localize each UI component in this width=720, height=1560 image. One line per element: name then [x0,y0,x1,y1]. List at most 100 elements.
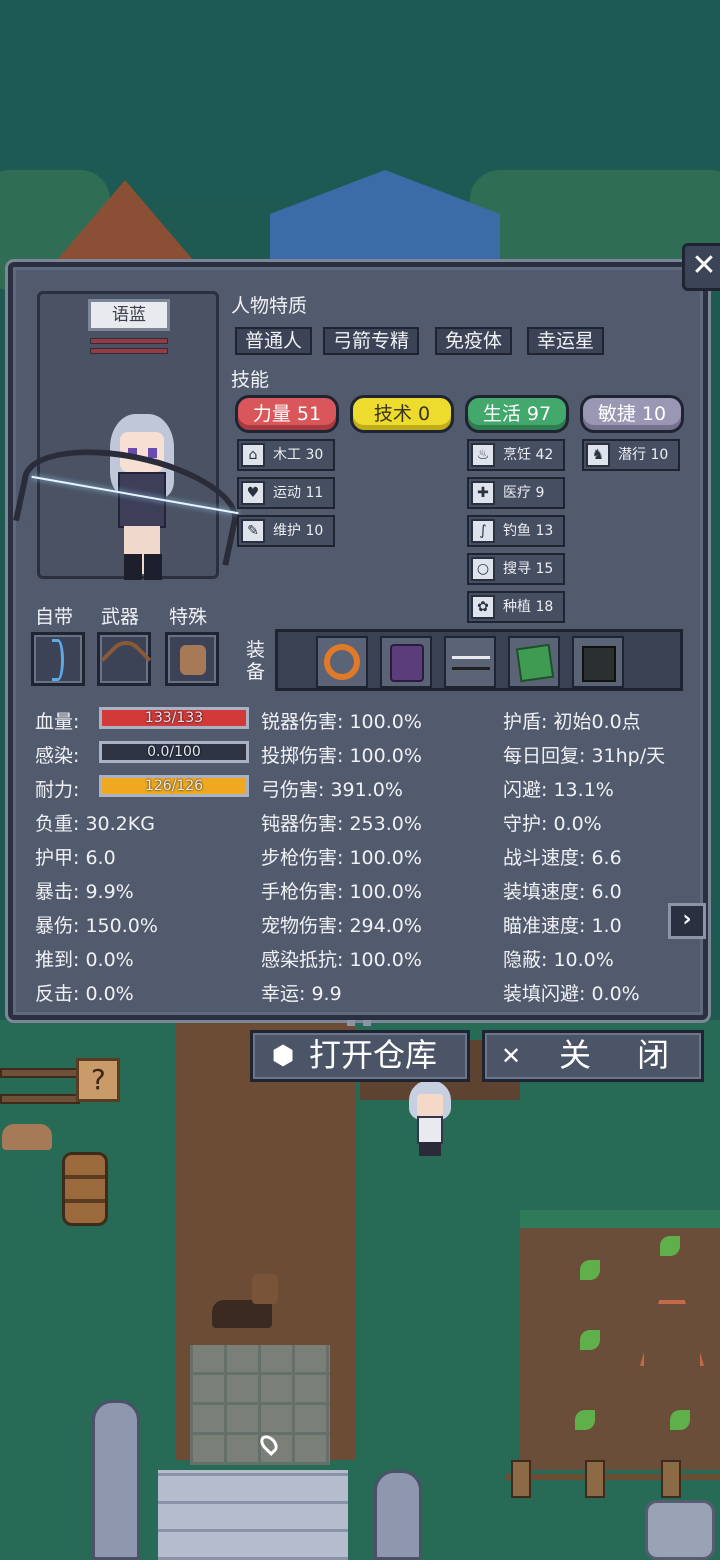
character-name: 语蓝 [88,299,170,331]
close-button[interactable]: ✕ 关 闭 [482,1030,704,1082]
stat-line: 闪避: 13.1% [503,779,614,801]
stat-line: 暴击: 9.9% [35,881,134,903]
carry-slot[interactable] [31,632,85,686]
heart-icon: ♥ [241,481,265,505]
stat-line: 幸运: 9.9 [261,983,342,1005]
stat-line: 推到: 0.0% [35,949,134,971]
skill-stealth[interactable]: ♞ 潜行 10 [582,439,680,471]
hp-value: 133/133 [144,710,204,726]
close-icon: ✕ [501,1042,540,1070]
skill-fishing[interactable]: ∫ 钓鱼 13 [467,515,565,547]
stat-line: 步枪伤害: 100.0% [261,847,422,869]
stat-line: 隐蔽: 10.0% [503,949,614,971]
stat-line: 钝器伤害: 253.0% [261,813,422,835]
equip-slot[interactable] [380,636,432,688]
character-portrait: 语蓝 [13,291,247,580]
skill-maintenance[interactable]: ✎ 维护 10 [237,515,335,547]
stat-line: 锐器伤害: 100.0% [261,711,422,733]
stat-line: 负重: 30.2KG [35,813,155,835]
infection-bar: 0.0/100 [99,741,249,763]
stamina-label: 耐力: [35,779,80,801]
fishing-icon: ∫ [471,519,495,543]
bow-icon [100,633,152,685]
stat-line: 瞄准速度: 1.0 [503,915,622,937]
glasses-icon [452,656,490,670]
special-slot[interactable] [165,632,219,686]
trait-tag[interactable]: 弓箭专精 [323,327,420,355]
stat-line: 战斗速度: 6.6 [503,847,622,869]
hp-label: 血量: [35,711,80,733]
stat-line: 每日回复: 31hp/天 [503,745,666,767]
stat-line: 宠物伤害: 294.0% [261,915,422,937]
ring-icon [324,644,360,680]
next-page-arrow-icon[interactable]: › [668,903,706,939]
quiver-icon [52,639,64,681]
equip-slot[interactable] [508,636,560,688]
crate-icon: ⬢ [271,1041,295,1071]
stat-line: 投掷伤害: 100.0% [261,745,422,767]
skill-search[interactable]: ○ 搜寻 15 [467,553,565,585]
skill-athletics[interactable]: ♥ 运动 11 [237,477,335,509]
technique-category[interactable]: 技术 0 [350,395,454,433]
dog-sprite[interactable] [212,1270,286,1330]
skill-carpentry[interactable]: ⌂ 木工 30 [237,439,335,471]
stat-line: 护盾: 初始0.0点 [503,711,641,733]
special-slot-label: 特殊 [169,606,208,628]
stat-line: 护甲: 6.0 [35,847,116,869]
cooking-pot-icon: ♨ [471,443,495,467]
equip-slot[interactable] [572,636,624,688]
player-sprite[interactable] [405,1080,455,1156]
close-icon[interactable]: ✕ [682,243,720,291]
trait-tag[interactable]: 普通人 [235,327,313,355]
stat-line: 暴伤: 150.0% [35,915,158,937]
equipment-bar [275,629,683,691]
stamina-value: 126/126 [144,778,204,794]
skill-planting[interactable]: ✿ 种植 18 [467,591,565,623]
living-category[interactable]: 生活 97 [465,395,569,433]
armor-vest-icon [390,644,424,682]
equip-slot[interactable] [316,636,368,688]
open-storage-button[interactable]: ⬢ 打开仓库 [250,1030,470,1082]
traits-title: 人物特质 [231,295,308,317]
sneak-icon: ♞ [586,443,610,467]
magnifier-icon: ○ [471,557,495,581]
question-sign[interactable]: ? [76,1058,120,1102]
name-underline [90,338,168,344]
character-sprite [10,414,250,584]
book-icon [515,643,555,683]
infection-label: 感染: [35,745,80,767]
stone-pillar [374,1470,422,1560]
stat-line: 手枪伤害: 100.0% [261,881,422,903]
stat-line: 装填速度: 6.0 [503,881,622,903]
stat-line: 反击: 0.0% [35,983,134,1005]
carry-slot-label: 自带 [35,606,74,628]
rock [645,1500,715,1560]
name-underline [90,348,168,354]
hp-bar: 133/133 [99,707,249,729]
trait-tag[interactable]: 免疫体 [435,327,513,355]
stat-line: 感染抵抗: 100.0% [261,949,422,971]
shirt-icon [582,646,616,682]
cat-sprite[interactable] [2,1124,52,1150]
equip-label: 装备 [246,639,266,683]
trait-tag[interactable]: 幸运星 [527,327,605,355]
pet-cat-icon [180,645,206,675]
strength-category[interactable]: 力量 51 [235,395,339,433]
stone-path [190,1345,330,1465]
wrench-icon: ✎ [241,519,265,543]
stat-line: 弓伤害: 391.0% [261,779,403,801]
agility-category[interactable]: 敏捷 10 [580,395,684,433]
character-panel: 语蓝 人物特质 普通人 弓箭专精 免疫体 幸运星 技能 力量 51 技术 0 生… [5,259,711,1026]
farm-fence [505,1460,720,1498]
skill-cooking[interactable]: ♨ 烹饪 42 [467,439,565,471]
weapon-slot[interactable] [97,632,152,686]
stone-pillar [92,1400,140,1560]
barrel[interactable] [62,1152,108,1226]
weapon-slot-label: 武器 [101,606,140,628]
equip-slot[interactable] [444,636,496,688]
medkit-icon: ✚ [471,481,495,505]
house-icon: ⌂ [241,443,265,467]
stat-line: 守护: 0.0% [503,813,602,835]
skill-medical[interactable]: ✚ 医疗 9 [467,477,565,509]
infection-value: 0.0/100 [147,744,201,760]
